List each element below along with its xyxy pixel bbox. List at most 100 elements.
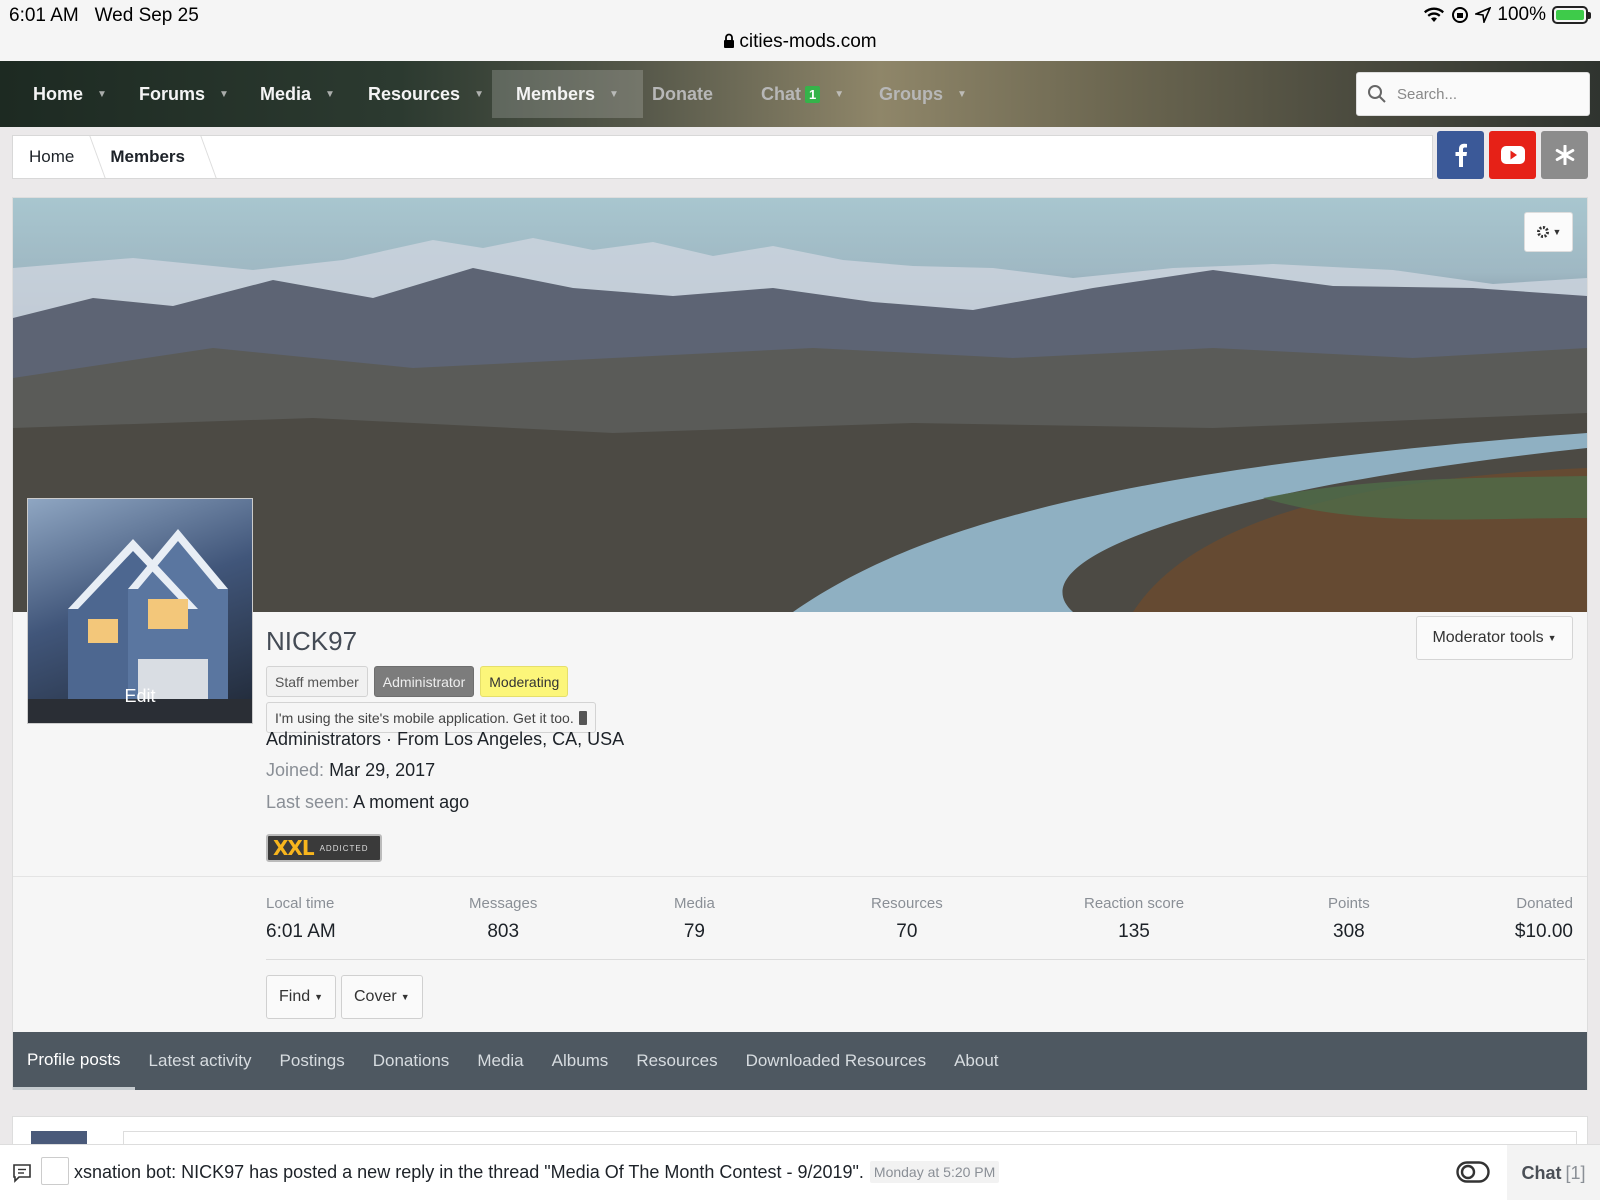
profile-tabs: Profile posts Latest activity Postings D… bbox=[13, 1032, 1587, 1090]
stat-reaction-score[interactable]: Reaction score 135 bbox=[1084, 895, 1184, 943]
breadcrumb-home[interactable]: Home bbox=[13, 136, 98, 178]
facebook-icon bbox=[1455, 143, 1467, 167]
tab-downloaded-resources[interactable]: Downloaded Resources bbox=[732, 1032, 941, 1090]
nav-forums-label: Forums bbox=[139, 83, 206, 104]
stat-donated: Donated $10.00 bbox=[1515, 895, 1573, 943]
moderator-tools-button[interactable]: Moderator tools ▼ bbox=[1416, 616, 1573, 660]
nav-donate-label: Donate bbox=[652, 83, 714, 104]
chevron-down-icon[interactable]: ▼ bbox=[474, 89, 484, 100]
toggle-icon[interactable] bbox=[1456, 1161, 1490, 1183]
nav-media[interactable]: Media ▼ bbox=[260, 61, 335, 127]
nav-resources-label: Resources bbox=[368, 83, 461, 104]
caret-down-icon: ▼ bbox=[400, 992, 410, 1002]
moderator-tools-label: Moderator tools bbox=[1432, 629, 1544, 646]
nav-resources[interactable]: Resources ▼ bbox=[368, 61, 484, 127]
stat-value: $10.00 bbox=[1514, 921, 1573, 942]
phone-icon bbox=[578, 710, 587, 725]
tab-media[interactable]: Media bbox=[463, 1032, 537, 1090]
chat-label: Chat bbox=[1521, 1162, 1562, 1183]
joined-date: Mar 29, 2017 bbox=[329, 760, 436, 780]
gear-icon bbox=[1536, 226, 1549, 238]
nav-chat[interactable]: Chat 1 ▼ bbox=[761, 61, 844, 127]
url-text: cities-mods.com bbox=[739, 31, 877, 52]
stat-label: Resources bbox=[871, 895, 943, 912]
stat-value: 308 bbox=[1333, 921, 1365, 942]
stat-label: Points bbox=[1328, 895, 1370, 912]
tab-albums[interactable]: Albums bbox=[538, 1032, 623, 1090]
nav-groups[interactable]: Groups ▼ bbox=[879, 61, 967, 127]
tab-postings[interactable]: Postings bbox=[266, 1032, 359, 1090]
chevron-down-icon[interactable]: ▼ bbox=[834, 89, 844, 100]
nav-forums[interactable]: Forums ▼ bbox=[139, 61, 229, 127]
avatar-edit-link[interactable]: Edit bbox=[28, 686, 252, 707]
find-button[interactable]: Find ▼ bbox=[266, 975, 337, 1019]
chat-message-time: Monday at 5:20 PM bbox=[869, 1161, 1000, 1183]
stat-label: Donated bbox=[1516, 895, 1573, 912]
tab-donations[interactable]: Donations bbox=[359, 1032, 464, 1090]
search-box[interactable] bbox=[1356, 72, 1590, 116]
tab-profile-posts[interactable]: Profile posts bbox=[13, 1032, 135, 1090]
chevron-down-icon[interactable]: ▼ bbox=[219, 89, 229, 100]
search-icon bbox=[1368, 85, 1386, 103]
nav-donate[interactable]: Donate bbox=[652, 61, 713, 127]
status-time: 6:01 AM Wed Sep 25 bbox=[9, 5, 199, 26]
nav-home[interactable]: Home ▼ bbox=[33, 61, 107, 127]
chat-bubble-icon[interactable] bbox=[12, 1163, 32, 1183]
staff-member-badge: Staff member bbox=[266, 666, 368, 697]
trophy-small-text: ADDICTED bbox=[319, 843, 369, 853]
chat-notification-bar: xsnation bot: NICK97 has posted a new re… bbox=[0, 1144, 1600, 1200]
caret-down-icon: ▼ bbox=[314, 992, 324, 1002]
joined-label: Joined: bbox=[266, 760, 325, 780]
chevron-down-icon[interactable]: ▼ bbox=[325, 89, 335, 100]
facebook-button[interactable] bbox=[1437, 131, 1484, 179]
cover-button[interactable]: Cover ▼ bbox=[341, 975, 423, 1019]
trophy-banner[interactable]: XXL ADDICTED bbox=[266, 834, 382, 862]
chevron-down-icon[interactable]: ▼ bbox=[609, 89, 619, 100]
trophy-big-text: XXL bbox=[273, 836, 315, 860]
stat-media[interactable]: Media 79 bbox=[674, 895, 715, 943]
chat-message-text: xsnation bot: NICK97 has posted a new re… bbox=[74, 1162, 864, 1182]
cover-label: Cover bbox=[354, 988, 397, 1005]
stat-messages[interactable]: Messages 803 bbox=[469, 895, 537, 943]
cover-settings-button[interactable]: ▼ bbox=[1524, 212, 1573, 252]
chat-count-badge: 1 bbox=[805, 85, 821, 103]
tab-about[interactable]: About bbox=[940, 1032, 1012, 1090]
breadcrumb-members[interactable]: Members bbox=[98, 136, 209, 178]
member-profile: ▼ Edit NICK97 Staff member Administrator… bbox=[12, 197, 1588, 1090]
username[interactable]: NICK97 bbox=[266, 626, 357, 657]
chevron-down-icon[interactable]: ▼ bbox=[97, 89, 107, 100]
chevron-down-icon[interactable]: ▼ bbox=[957, 89, 967, 100]
asterisk-icon bbox=[1555, 145, 1574, 165]
location-icon bbox=[1475, 7, 1492, 23]
stat-points[interactable]: Points 308 bbox=[1328, 895, 1370, 943]
moderating-badge: Moderating bbox=[480, 666, 569, 697]
find-label: Find bbox=[279, 988, 311, 1005]
stat-value: 135 bbox=[1118, 921, 1150, 942]
asterisk-button[interactable] bbox=[1541, 131, 1588, 179]
nav-members[interactable]: Members ▼ bbox=[492, 70, 643, 118]
tab-resources[interactable]: Resources bbox=[622, 1032, 731, 1090]
avatar[interactable]: Edit bbox=[27, 498, 253, 724]
stat-resources[interactable]: Resources 70 bbox=[871, 895, 943, 943]
ios-status-bar: 6:01 AM Wed Sep 25 100% cities-mods.com bbox=[0, 0, 1600, 61]
chat-open-button[interactable]: Chat [1] bbox=[1507, 1145, 1600, 1200]
nav-media-label: Media bbox=[260, 83, 312, 104]
lock-icon bbox=[724, 33, 735, 48]
youtube-button[interactable] bbox=[1489, 131, 1536, 179]
message-checkbox[interactable] bbox=[41, 1157, 69, 1185]
stat-label: Local time bbox=[266, 895, 335, 912]
nav-home-label: Home bbox=[33, 83, 84, 104]
search-input[interactable] bbox=[1397, 85, 1567, 103]
stat-label: Media bbox=[674, 895, 715, 912]
stat-label: Reaction score bbox=[1084, 895, 1185, 912]
nav-members-label: Members bbox=[516, 83, 596, 104]
battery-percent: 100% bbox=[1497, 4, 1546, 25]
wifi-icon bbox=[1424, 7, 1445, 23]
tab-latest-activity[interactable]: Latest activity bbox=[135, 1032, 266, 1090]
address-bar[interactable]: cities-mods.com bbox=[0, 31, 1600, 53]
user-badges: Staff member Administrator Moderating bbox=[266, 666, 569, 697]
chat-message[interactable]: xsnation bot: NICK97 has posted a new re… bbox=[74, 1161, 1000, 1183]
caret-down-icon: ▼ bbox=[1547, 633, 1557, 643]
last-seen-value: A moment ago bbox=[353, 792, 470, 812]
status-indicators: 100% bbox=[1423, 4, 1591, 26]
